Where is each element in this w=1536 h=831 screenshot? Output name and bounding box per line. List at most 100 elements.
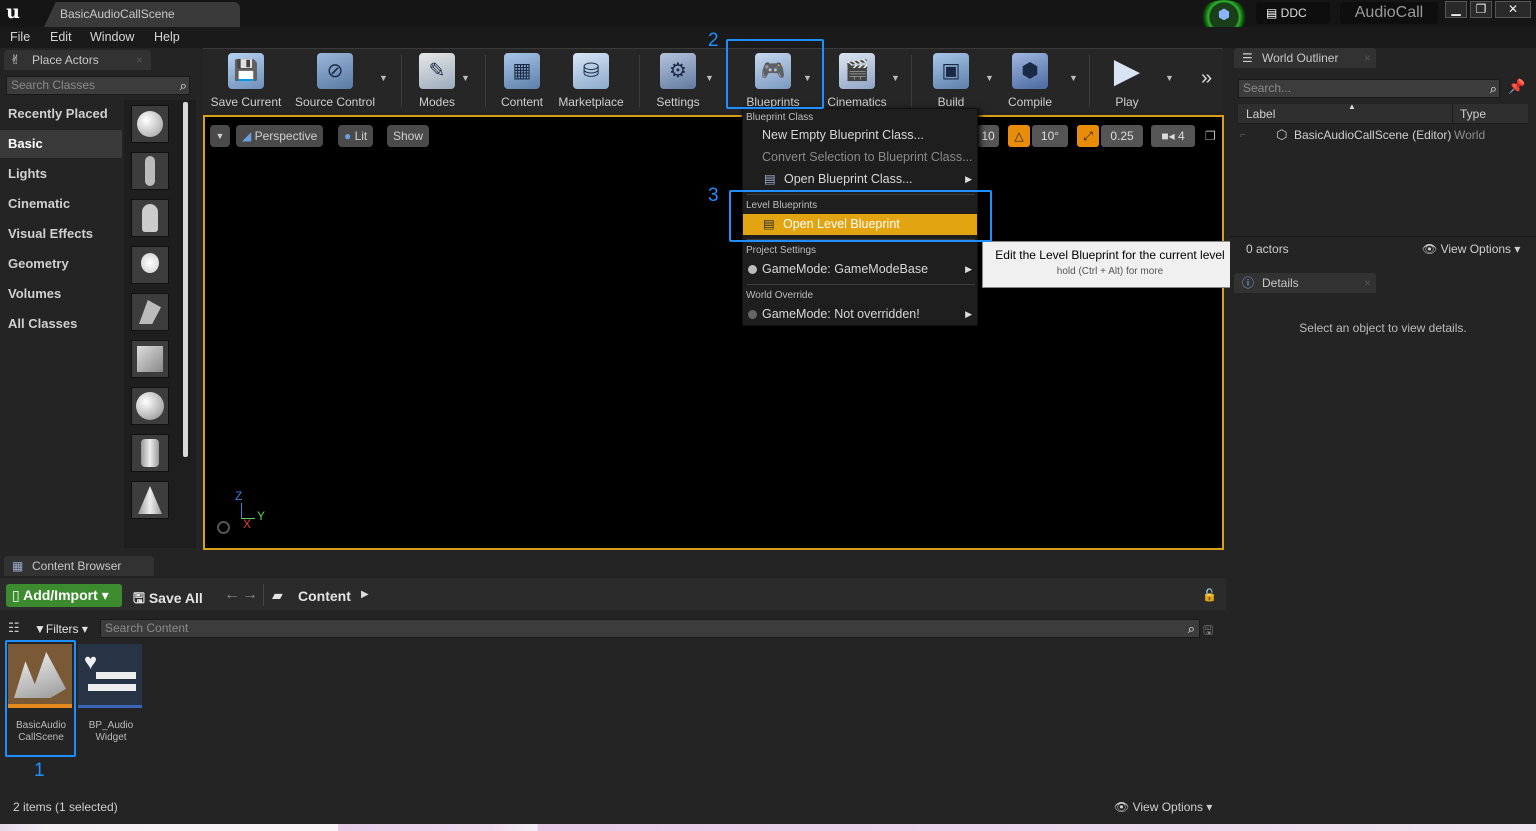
category-all-classes[interactable]: All Classes — [0, 310, 122, 338]
cinematics-button[interactable]: 🎬 Cinematics — [823, 53, 891, 111]
minimize-button[interactable]: ▁ — [1445, 1, 1467, 18]
ddc-icon: ▤ — [1266, 6, 1281, 20]
show-button[interactable]: Show — [387, 125, 430, 147]
close-button[interactable]: ✕ — [1495, 1, 1531, 18]
sources-toggle-icon[interactable]: ☷ — [8, 620, 20, 636]
settings-button[interactable]: ⚙ Settings — [649, 53, 707, 111]
point-light-thumb[interactable] — [131, 246, 169, 284]
cylinder-thumb[interactable] — [131, 434, 169, 472]
content-view-options-button[interactable]: 👁 View Options ▾ — [1114, 800, 1212, 814]
cone-thumb[interactable] — [131, 481, 169, 519]
menu-gamemode-base[interactable]: GameMode: GameModeBase ▶ — [744, 259, 976, 280]
modes-button[interactable]: ✎ Modes — [409, 53, 465, 111]
menu-convert-selection-blueprint[interactable]: Convert Selection to Blueprint Class... — [744, 147, 976, 168]
empty-actor-thumb[interactable] — [131, 105, 169, 143]
column-label[interactable]: Label — [1246, 107, 1275, 121]
camera-speed-button[interactable]: ■◂ 4 — [1151, 125, 1195, 147]
ddc-indicator[interactable]: ▤ DDC — [1256, 2, 1330, 24]
empty-pawn-thumb[interactable] — [131, 199, 169, 237]
filters-button[interactable]: ▼Filters ▾ — [34, 622, 88, 636]
tab-close-icon[interactable]: × — [1364, 273, 1371, 293]
tab-close-icon[interactable]: × — [1364, 48, 1371, 68]
level-document-tab[interactable]: BasicAudioCallScene — [44, 2, 240, 27]
source-control-button[interactable]: ⊘ Source Control — [291, 53, 379, 111]
sphere-thumb[interactable] — [131, 387, 169, 425]
unreal-logo-icon[interactable]: u — [2, 1, 24, 23]
cinematics-clapper-icon: 🎬 — [839, 53, 875, 89]
category-lights[interactable]: Lights — [0, 160, 122, 188]
player-start-thumb[interactable] — [131, 293, 169, 331]
build-dropdown-arrow[interactable]: ▼ — [985, 73, 995, 83]
path-content[interactable]: Content — [298, 588, 351, 604]
viewport-options-button[interactable]: ▼ — [210, 125, 230, 147]
category-volumes[interactable]: Volumes — [0, 280, 122, 308]
menu-window[interactable]: Window — [90, 27, 134, 48]
content-button[interactable]: ▦ Content — [495, 53, 549, 111]
menu-edit[interactable]: Edit — [50, 27, 72, 48]
marketplace-button[interactable]: ⛁ Marketplace — [555, 53, 627, 111]
menu-new-empty-blueprint[interactable]: New Empty Blueprint Class... — [744, 125, 976, 146]
path-arrow-icon[interactable]: ▶ — [361, 589, 369, 600]
save-search-icon[interactable]: 🖫 — [1203, 621, 1213, 642]
source-control-status-icon[interactable]: ⬢ — [1214, 6, 1234, 24]
content-browser-tab[interactable]: ▦ Content Browser — [4, 556, 154, 576]
empty-character-thumb[interactable] — [131, 152, 169, 190]
menu-file[interactable]: File — [10, 27, 30, 48]
row-label: BasicAudioCallScene (Editor) — [1294, 128, 1452, 142]
category-basic[interactable]: Basic — [0, 130, 122, 158]
details-tab[interactable]: ⓘ Details × — [1234, 273, 1376, 293]
build-button[interactable]: ▣ Build — [921, 53, 981, 111]
outliner-row-world[interactable]: ⌐ ⬡ BasicAudioCallScene (Editor) World — [1238, 125, 1528, 145]
rotation-snap-toggle[interactable]: △ — [1008, 125, 1030, 147]
settings-dropdown-arrow[interactable]: ▼ — [705, 73, 715, 83]
menu-gamemode-override[interactable]: GameMode: Not overridden! ▶ — [744, 304, 976, 325]
annotation-number-3: 3 — [708, 185, 719, 206]
scale-snap-toggle[interactable]: ⤢ — [1077, 125, 1099, 147]
lit-button[interactable]: ● Lit — [338, 125, 374, 147]
outliner-pin-icon[interactable]: 📌 — [1508, 78, 1525, 95]
level-viewport[interactable]: ▼ ◢ Perspective ● Lit Show 10 △ 10° ⤢ 0.… — [203, 115, 1224, 550]
compile-dropdown-arrow[interactable]: ▼ — [1069, 73, 1079, 83]
restore-button[interactable]: ❐ — [1470, 1, 1492, 18]
toolbar-overflow-button[interactable]: » — [1201, 67, 1212, 90]
menu-help[interactable]: Help — [154, 27, 180, 48]
category-cinematic[interactable]: Cinematic — [0, 190, 122, 218]
scale-snap-value[interactable]: 0.25 — [1101, 125, 1143, 147]
compile-button[interactable]: ⬢ Compile — [999, 53, 1061, 111]
search-icon[interactable]: ⌕ — [1188, 620, 1195, 637]
world-outliner-tab[interactable]: ☰ World Outliner × — [1234, 48, 1376, 68]
search-content-input[interactable]: Search Content ⌕ — [100, 619, 1200, 638]
cinematics-dropdown-arrow[interactable]: ▼ — [891, 73, 901, 83]
perspective-button[interactable]: ◢ Perspective — [236, 125, 324, 147]
search-icon[interactable]: ⌕ — [180, 77, 187, 94]
asset-bp-audio-widget[interactable]: ♥ BP_Audio Widget — [78, 644, 144, 744]
save-current-button[interactable]: 💾 Save Current — [207, 53, 285, 111]
search-icon[interactable]: ⌕ — [1490, 80, 1497, 97]
outliner-view-options-button[interactable]: 👁 View Options ▾ — [1422, 242, 1520, 256]
cube-thumb[interactable] — [131, 340, 169, 378]
save-all-button[interactable]: 🖫 Save All — [133, 588, 203, 612]
source-control-dropdown-arrow[interactable]: ▼ — [379, 73, 389, 83]
folder-icon: ▰ — [272, 587, 283, 603]
place-actors-tab[interactable]: ✌ Place Actors × — [4, 50, 151, 70]
play-button[interactable]: ▶ Play — [1099, 53, 1155, 111]
open-level-blueprint-tooltip: Edit the Level Blueprint for the current… — [982, 241, 1238, 288]
play-dropdown-arrow[interactable]: ▼ — [1165, 73, 1175, 83]
history-forward-button[interactable]: → — [242, 586, 258, 604]
column-type[interactable]: Type — [1460, 107, 1486, 121]
actor-list-scrollbar[interactable] — [183, 102, 188, 457]
category-visual-effects[interactable]: Visual Effects — [0, 220, 122, 248]
category-recently-placed[interactable]: Recently Placed — [0, 100, 122, 128]
modes-dropdown-arrow[interactable]: ▼ — [461, 73, 471, 83]
menu-open-blueprint-class[interactable]: ▤ Open Blueprint Class... ▶ — [744, 169, 976, 190]
maximize-viewport-icon[interactable]: ❐ — [1205, 129, 1216, 143]
grid-snap-value[interactable]: 10 — [977, 125, 999, 147]
rotation-snap-value[interactable]: 10° — [1032, 125, 1068, 147]
search-classes-input[interactable]: Search Classes ⌕ — [6, 76, 190, 95]
lock-icon[interactable]: 🔓 — [1202, 588, 1217, 602]
category-geometry[interactable]: Geometry — [0, 250, 122, 278]
add-import-button[interactable]: ▯ Add/Import ▾ — [6, 584, 122, 607]
tab-close-icon[interactable]: × — [136, 50, 143, 70]
outliner-search-input[interactable]: Search... ⌕ — [1238, 79, 1500, 98]
history-back-button[interactable]: ← — [224, 586, 240, 604]
